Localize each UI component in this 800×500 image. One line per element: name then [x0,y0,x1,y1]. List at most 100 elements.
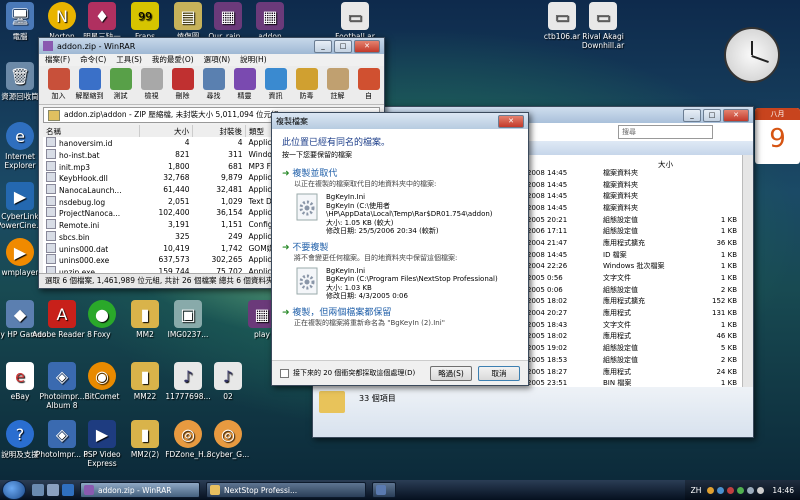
desktop-icon-8cyber[interactable]: ◎ 8cyber_G... [198,420,258,459]
config-file-icon [296,193,318,221]
folder-icon: ▮ [131,300,159,328]
column-header-packed[interactable]: 封裝後 [192,125,246,137]
desktop-icon-rival[interactable]: ▭ Rival Akagi Downhill.ar [573,2,633,50]
skip-button[interactable]: 略過(S) [430,365,472,381]
toolbar-icon [233,68,256,90]
apply-to-all-checkbox[interactable] [280,368,289,378]
column-header-size[interactable]: 大小 [139,125,193,137]
file-size: 2,051 [168,196,190,206]
toolbar-button-4[interactable]: 刪除 [167,66,198,104]
list-item[interactable]: 2008 14:45 ID 檔案 1 KB [525,249,739,261]
maximize-button[interactable]: □ [703,108,721,122]
psp-video-icon: ▶ [88,420,116,448]
show-desktop-icon[interactable] [32,484,44,496]
list-item[interactable]: 2004 21:47 應用程式擴充 36 KB [525,237,739,249]
toolbar-button-6[interactable]: 精靈 [229,66,260,104]
internet-explorer-icon[interactable] [62,484,74,496]
search-input[interactable]: 搜尋 [618,125,713,139]
toolbar-icon [109,68,132,90]
file-name: Remote.ini [59,221,100,231]
list-item[interactable]: 2008 14:45 檔案資料夾 [525,167,739,179]
list-item[interactable]: 2004 22:26 Windows 批次檔案 1 KB [525,261,739,273]
list-item[interactable]: 2005 0:06 組態設定值 2 KB [525,284,739,296]
toolbar-button-9[interactable]: 註解 [322,66,353,104]
toolbar-button-8[interactable]: 防毒 [291,66,322,104]
toolbar-button-5[interactable]: 尋找 [198,66,229,104]
list-item[interactable]: 2008 14:45 檔案資料夾 [525,190,739,202]
clock-time[interactable]: 14:46 [772,486,794,495]
menu-favorites[interactable]: 我的最愛(O) [152,54,194,66]
list-item[interactable]: 2005 18:43 文字文件 1 KB [525,319,739,331]
toolbar-button-7[interactable]: 資訊 [260,66,291,104]
close-button[interactable]: ✕ [723,108,749,122]
dialog-titlebar[interactable]: 複製檔案 ✕ [272,113,528,129]
bitcomet-icon: ◉ [88,362,116,390]
taskbar-button-2[interactable] [372,482,396,498]
quick-launch [32,484,74,496]
folder-icon: ▮ [131,362,159,390]
list-item[interactable]: 2004 20:27 應用程式 131 KB [525,307,739,319]
list-item[interactable]: 2005 20:21 組態設定值 1 KB [525,214,739,226]
list-item[interactable]: 2005 0:56 文字文件 1 KB [525,272,739,284]
network-icon[interactable] [747,486,755,494]
tray-app-icon[interactable] [707,486,715,494]
toolbar-button-2[interactable]: 測試 [105,66,136,104]
close-button[interactable]: ✕ [498,114,524,128]
file-type: Windows 批次檔案 [603,262,665,271]
maximize-button[interactable]: □ [334,39,352,53]
minimize-button[interactable]: _ [683,108,701,122]
up-folder-icon[interactable] [48,110,60,121]
list-item[interactable]: 2005 19:02 組態設定值 5 KB [525,342,739,354]
desktop-icon-addon[interactable]: ▦addon [240,2,300,41]
list-item[interactable]: 2005 18:02 應用程式 46 KB [525,331,739,343]
menu-help[interactable]: 說明(H) [240,54,267,66]
arrow-right-icon: ➜ [282,242,293,253]
desktop-icon-img[interactable]: ▣ IMG0237... [158,300,218,339]
list-item[interactable]: 2005 18:53 組態設定值 2 KB [525,354,739,366]
menu-commands[interactable]: 命令(C) [80,54,106,66]
cancel-button[interactable]: 取消 [478,365,520,381]
list-item[interactable]: 2006 17:11 組態設定值 1 KB [525,225,739,237]
minimize-button[interactable]: _ [314,39,332,53]
list-item[interactable]: 2008 14:45 檔案資料夾 [525,179,739,191]
copy-keep-both-option[interactable]: ➜ 複製，但兩個檔案都保留 正在複製的檔案將重新命名為 "BgKeyIn (2)… [282,305,518,328]
file-name: unins000.dat [59,244,109,254]
calendar-gadget[interactable]: 八月 9 [755,108,800,164]
copy-file-dialog[interactable]: 複製檔案 ✕ 此位置已經有同名的檔案。 按一下您要保留的檔案 ➜ 複製並取代 以… [271,112,529,386]
tray-app-icon[interactable] [727,486,735,494]
file-name: init.mp3 [59,162,91,172]
winrar-titlebar[interactable]: addon.zip - WinRAR _ □ ✕ [39,38,384,54]
volume-icon[interactable] [757,486,765,494]
close-button[interactable]: ✕ [354,39,380,53]
language-indicator[interactable]: ZH [691,486,702,495]
file-name: BgKeyIn.Ini [326,266,366,275]
toolbar-button-3[interactable]: 檢視 [136,66,167,104]
tray-app-icon[interactable] [717,486,725,494]
toolbar-button-10[interactable]: 自 [353,66,384,104]
dont-copy-option[interactable]: ➜ 不要複製 將不會變更任何檔案。目的地資料夾中保留這個檔案: BgKeyIn.… [282,240,518,301]
list-item[interactable]: 2005 18:27 應用程式 24 KB [525,366,739,378]
toolbar-button-0[interactable]: 加入 [43,66,74,104]
audio-file-icon: ♪ [214,362,242,390]
column-header-name[interactable]: 名稱 [43,125,140,137]
copy-and-replace-option[interactable]: ➜ 複製並取代 以正在複製的檔案取代目的地資料夾中的檔案: BgKeyIn.In… [282,166,518,236]
list-item[interactable]: 2008 14:45 檔案資料夾 [525,202,739,214]
menu-options[interactable]: 選項(N) [204,54,230,66]
taskbar-button-1[interactable]: NextStop Professi... [206,482,366,498]
clock-gadget[interactable] [724,27,780,83]
desktop-icon-football[interactable]: ▭Football.ar [325,2,385,41]
desktop-icon-wma[interactable]: ♪ 02 [198,362,258,401]
vertical-scrollbar[interactable] [742,155,753,387]
dialog-heading: 此位置已經有同名的檔案。 [282,138,391,148]
start-button[interactable] [2,480,26,500]
taskbar-button-0[interactable]: addon.zip - WinRAR [80,482,200,498]
tray-app-icon[interactable] [737,486,745,494]
window-switcher-icon[interactable] [47,484,59,496]
list-item[interactable]: 2005 18:02 應用程式擴充 152 KB [525,296,739,308]
file-icon [46,195,56,206]
toolbar-button-1[interactable]: 解壓縮到 [74,66,105,104]
menu-file[interactable]: 檔案(F) [45,54,70,66]
file-size: 152 KB [712,297,737,306]
menu-tools[interactable]: 工具(S) [116,54,142,66]
app-icon [84,485,94,495]
